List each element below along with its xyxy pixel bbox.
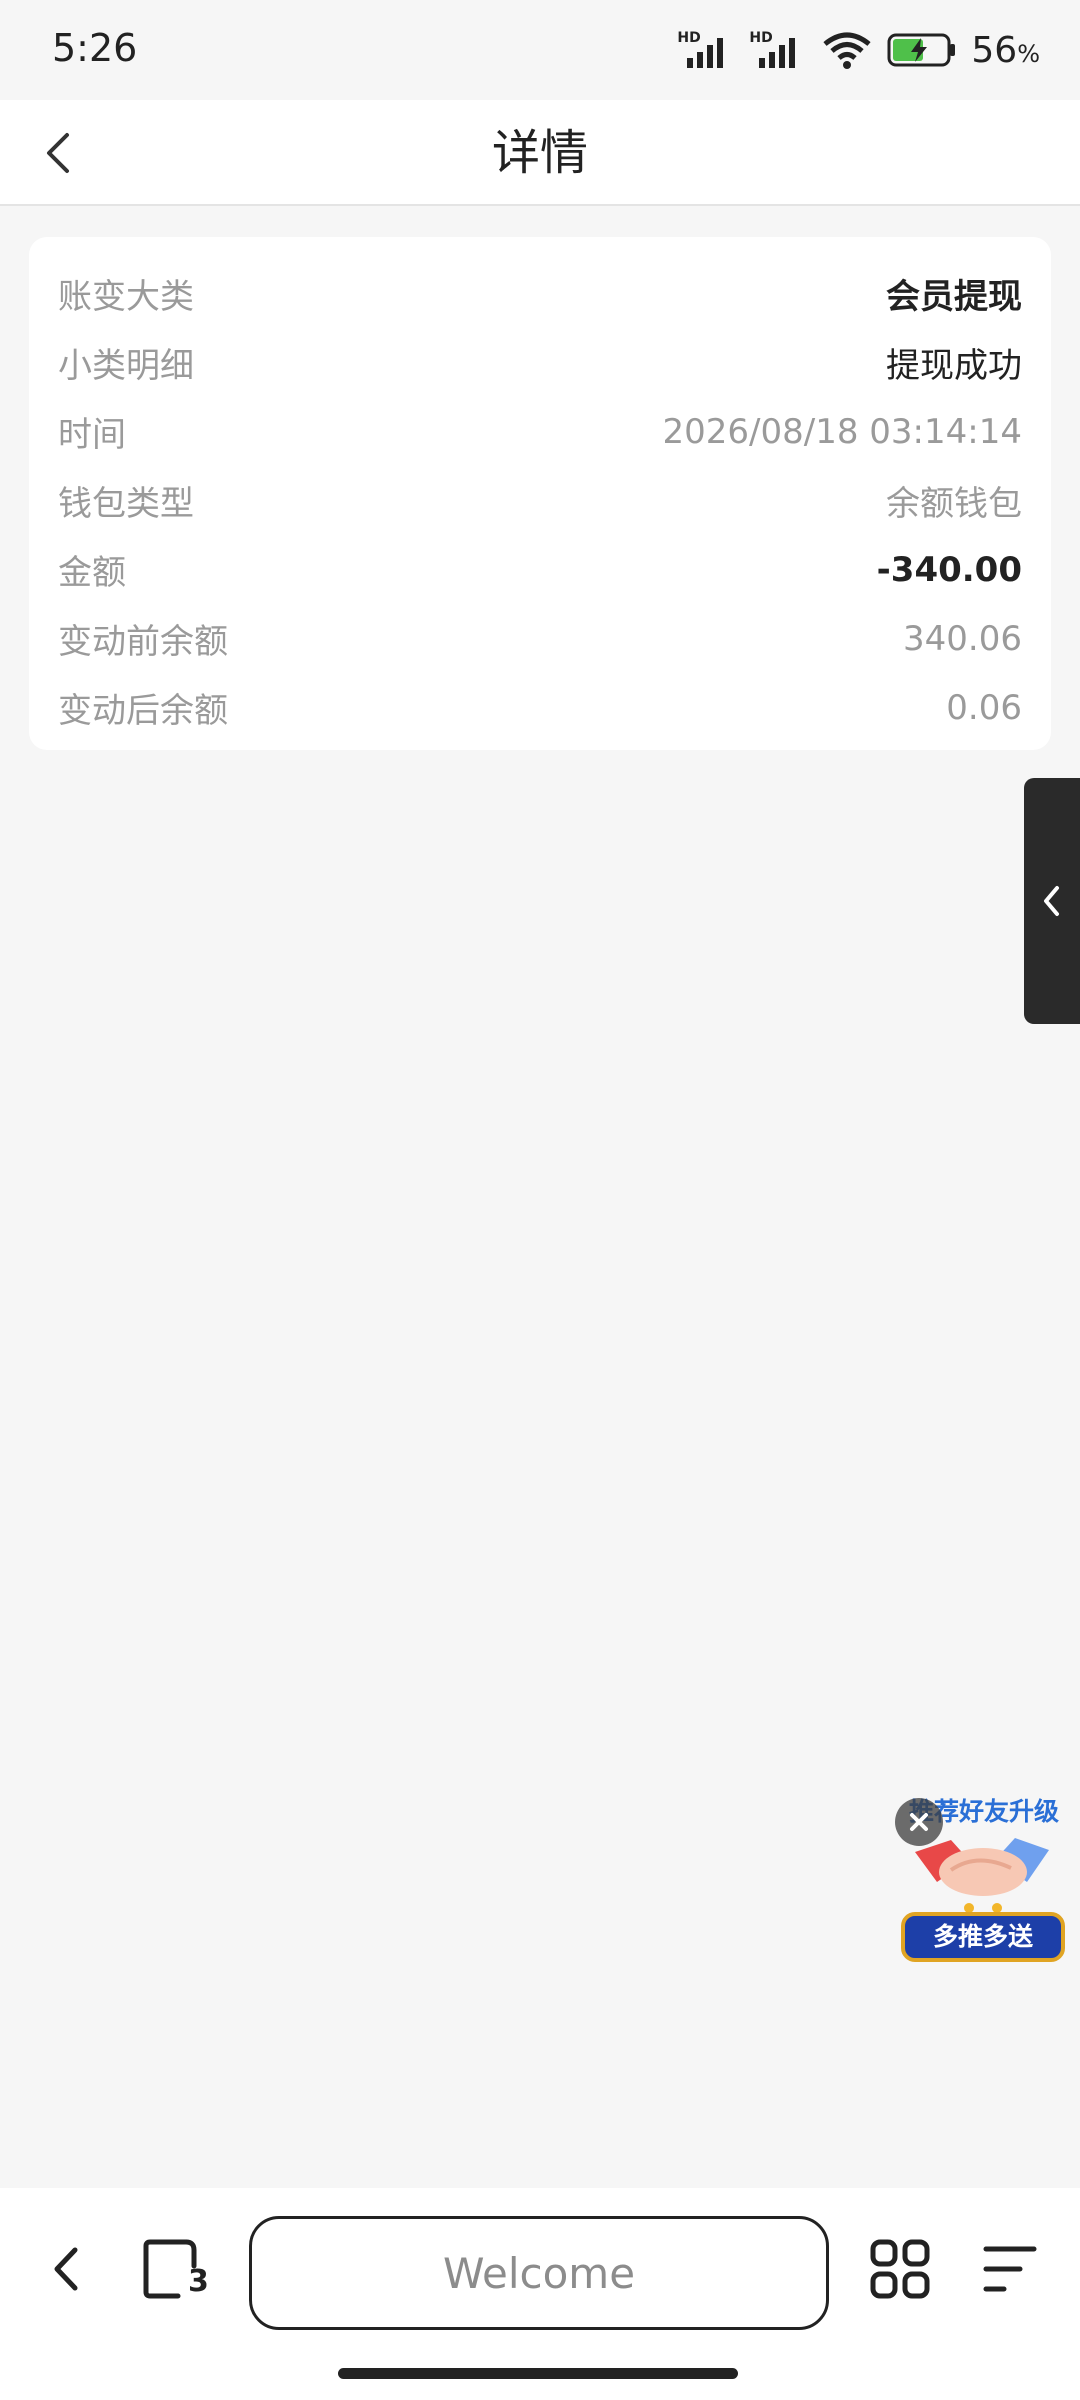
wifi-icon — [823, 32, 871, 69]
nav-back-button[interactable] — [22, 2224, 112, 2314]
battery-percent-value: 56 — [971, 29, 1018, 71]
apps-button[interactable] — [855, 2224, 945, 2314]
address-field[interactable]: Welcome — [249, 2216, 829, 2330]
detail-label: 时间 — [58, 415, 126, 455]
detail-value: 会员提现 — [886, 277, 1022, 317]
status-time: 5:26 — [52, 26, 138, 70]
detail-row-category: 账变大类 会员提现 — [58, 259, 1022, 328]
page-header: 详情 — [0, 100, 1080, 206]
apps-icon — [870, 2239, 930, 2299]
detail-value: 0.06 — [946, 687, 1022, 728]
promo-close-button[interactable] — [895, 1798, 943, 1846]
page-title: 详情 — [491, 125, 588, 181]
home-indicator[interactable] — [338, 2368, 738, 2379]
detail-value: -340.00 — [876, 549, 1022, 590]
detail-card: 账变大类 会员提现 小类明细 提现成功 时间 2026/08/18 03:14:… — [29, 237, 1051, 750]
tabs-button[interactable]: 3 — [130, 2224, 220, 2314]
detail-row-time: 时间 2026/08/18 03:14:14 — [58, 397, 1022, 466]
detail-label: 小类明细 — [58, 346, 194, 386]
detail-row-subcategory: 小类明细 提现成功 — [58, 328, 1022, 397]
promo-banner: 多推多送 — [901, 1912, 1065, 1962]
detail-label: 变动后余额 — [58, 691, 228, 731]
status-bar: 5:26 HD HD 56% — [0, 0, 1080, 100]
detail-value: 提现成功 — [886, 346, 1022, 386]
detail-label: 钱包类型 — [58, 484, 194, 524]
referral-promo[interactable]: 推荐好友升级 多推多送 — [895, 1792, 1070, 1970]
detail-label: 账变大类 — [58, 277, 194, 317]
detail-row-amount: 金额 -340.00 — [58, 535, 1022, 604]
detail-value: 余额钱包 — [886, 484, 1022, 524]
detail-row-wallet-type: 钱包类型 余额钱包 — [58, 466, 1022, 535]
detail-value: 2026/08/18 03:14:14 — [662, 411, 1022, 452]
detail-label: 变动前余额 — [58, 622, 228, 662]
menu-button[interactable] — [965, 2224, 1055, 2314]
side-drawer-handle[interactable] — [1024, 778, 1080, 1024]
battery-charging-icon — [887, 33, 956, 67]
signal-icon: HD — [749, 30, 807, 70]
battery-percent-unit: % — [1017, 39, 1040, 68]
status-icons: HD HD 56% — [677, 26, 1040, 74]
back-button[interactable] — [24, 118, 94, 188]
detail-row-balance-before: 变动前余额 340.06 — [58, 604, 1022, 673]
menu-icon — [983, 2246, 1037, 2292]
close-icon — [910, 1813, 928, 1831]
chevron-left-icon — [47, 133, 69, 173]
back-icon — [54, 2247, 78, 2291]
detail-label: 金额 — [58, 553, 126, 593]
tab-count: 3 — [188, 2264, 209, 2299]
detail-value: 340.06 — [903, 618, 1022, 659]
detail-row-balance-after: 变动后余额 0.06 — [58, 673, 1022, 742]
chevron-left-icon — [1044, 886, 1059, 916]
battery-percent: 56% — [971, 30, 1040, 71]
signal-icon: HD — [677, 30, 735, 70]
